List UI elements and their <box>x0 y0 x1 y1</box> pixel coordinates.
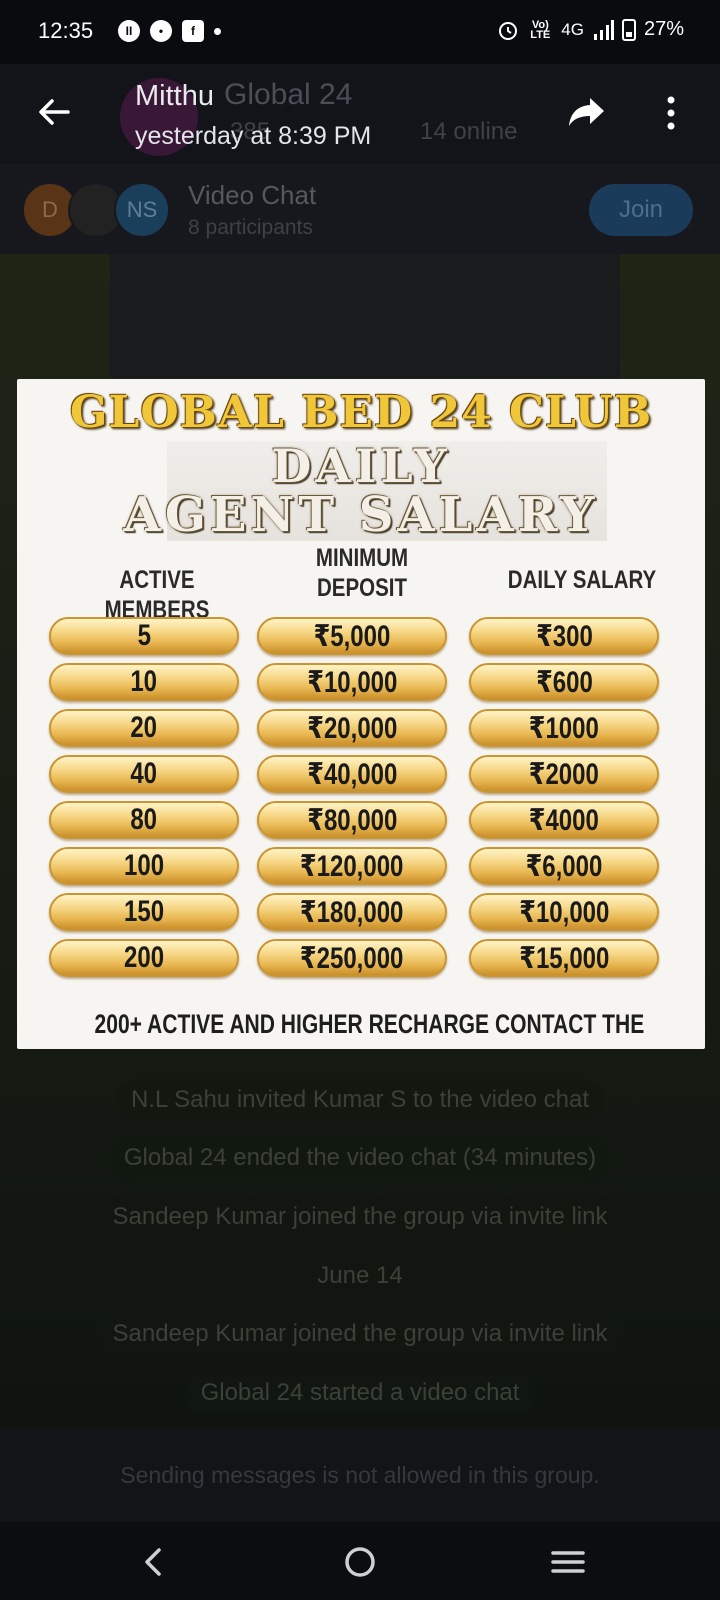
group-name: Global 24 <box>224 78 353 111</box>
recents-nav-icon[interactable] <box>548 1542 588 1582</box>
status-right: Vo) LTE 4G 27% <box>497 18 684 41</box>
sender-name: Mitthu <box>135 80 214 112</box>
notification-icons: II • f <box>118 20 221 42</box>
volte-label: Vo) LTE <box>530 18 551 41</box>
back-arrow-icon[interactable] <box>34 92 74 132</box>
service-message: Global 24 ended the video chat (34 minut… <box>107 1137 613 1179</box>
members-cell: 5 <box>49 617 239 655</box>
deposit-cell: ₹20,000 <box>257 709 447 747</box>
salary-cell: ₹600 <box>469 663 659 701</box>
deposit-cell: ₹10,000 <box>257 663 447 701</box>
members-cell: 100 <box>49 847 239 885</box>
signal-icon <box>593 19 614 40</box>
deposit-cell: ₹80,000 <box>257 801 447 839</box>
date-separator: June 14 <box>301 1255 419 1297</box>
deposit-cell: ₹250,000 <box>257 939 447 977</box>
record-icon: II <box>118 20 140 42</box>
promo-daily-label: DAILY <box>271 439 451 493</box>
members-cell: 80 <box>49 801 239 839</box>
restriction-notice: Sending messages is not allowed in this … <box>0 1428 720 1522</box>
header-daily-salary: DAILY SALARY <box>507 566 657 594</box>
service-message: Global 24 started a video chat <box>184 1372 536 1414</box>
deposit-cell: ₹5,000 <box>257 617 447 655</box>
members-cell: 40 <box>49 755 239 793</box>
service-message: Sandeep Kumar joined the group via invit… <box>96 1313 624 1355</box>
status-bar: 12:35 II • f Vo) LTE 4G 27% <box>0 0 720 64</box>
header-active-members: ACTIVE MEMBERS <box>104 566 210 624</box>
members-cell: 150 <box>49 893 239 931</box>
salary-cell: ₹4000 <box>469 801 659 839</box>
alarm-icon <box>499 21 518 40</box>
promo-title: GLOBAL BED 24 CLUB <box>69 387 653 438</box>
members-cell: 10 <box>49 663 239 701</box>
salary-cell: ₹300 <box>469 617 659 655</box>
salary-cell: ₹10,000 <box>469 893 659 931</box>
salary-cell: ₹6,000 <box>469 847 659 885</box>
home-nav-icon[interactable] <box>340 1542 380 1582</box>
video-chat-participants: 8 participants <box>188 216 313 239</box>
salary-cell: ₹2000 <box>469 755 659 793</box>
media-frame <box>110 254 620 378</box>
status-time: 12:35 <box>38 18 94 43</box>
more-options-icon[interactable] <box>664 94 678 134</box>
participant-avatar: NS <box>114 182 170 238</box>
salary-cell: ₹1000 <box>469 709 659 747</box>
members-cell: 20 <box>49 709 239 747</box>
forward-icon[interactable] <box>566 92 608 132</box>
deposit-cell: ₹180,000 <box>257 893 447 931</box>
facebook-icon: f <box>182 20 204 42</box>
service-message: N.L Sahu invited Kumar S to the video ch… <box>114 1079 606 1121</box>
message-timestamp: yesterday at 8:39 PM <box>135 122 372 150</box>
promo-image[interactable]: GLOBAL BED 24 CLUB DAILY AGENT SALARY AC… <box>17 379 705 1049</box>
service-message: Sandeep Kumar joined the group via invit… <box>96 1196 624 1238</box>
network-label: 4G <box>561 19 584 39</box>
header-minimum-deposit: MINIMUM DEPOSIT <box>315 544 409 602</box>
promo-agent-label: AGENT SALARY <box>123 487 599 543</box>
battery-level: 27% <box>643 18 684 40</box>
promo-footer: 200+ ACTIVE AND HIGHER RECHARGE CONTACT … <box>94 1009 645 1039</box>
online-count: 14 online <box>420 118 518 145</box>
deposit-cell: ₹120,000 <box>257 847 447 885</box>
navigation-bar <box>0 1522 720 1600</box>
chat-icon: • <box>150 20 172 42</box>
join-button[interactable]: Join <box>589 184 693 236</box>
members-cell: 200 <box>49 939 239 977</box>
battery-icon <box>621 18 636 41</box>
dot-icon <box>214 27 221 35</box>
back-nav-icon[interactable] <box>134 1542 174 1582</box>
salary-cell: ₹15,000 <box>469 939 659 977</box>
deposit-cell: ₹40,000 <box>257 755 447 793</box>
video-chat-title: Video Chat <box>188 180 317 210</box>
